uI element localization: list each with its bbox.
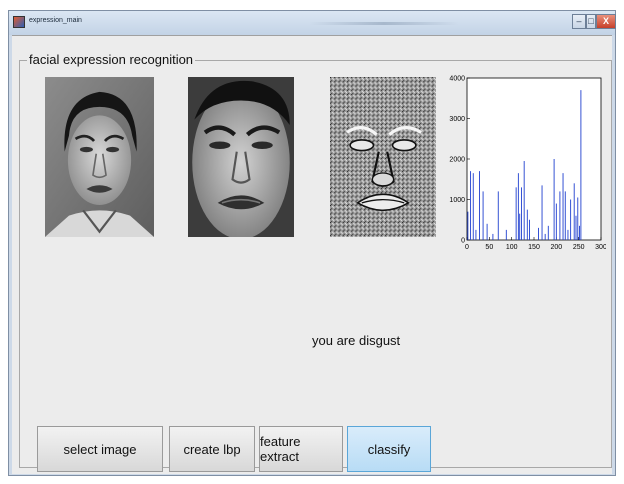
- lbp-histogram-chart: 010002000300040000 50 100 150 200 250 300: [449, 76, 606, 252]
- y-tick-label: 3000: [449, 116, 465, 123]
- panel-title: facial expression recognition: [27, 52, 196, 67]
- matlab-icon: [13, 16, 25, 28]
- title-bar-decoration: [309, 22, 459, 25]
- y-tick-label: 1000: [449, 197, 465, 204]
- window-title: expression_main: [29, 17, 82, 24]
- x-tick-label: 100: [506, 244, 518, 251]
- result-text: you are disgust: [312, 333, 401, 348]
- x-tick-label: 250: [573, 244, 585, 251]
- cropped-face-image: [188, 77, 294, 237]
- face-photo-icon: [45, 77, 154, 237]
- lbp-image: [330, 77, 436, 237]
- original-face-image: [45, 77, 154, 237]
- create-lbp-button[interactable]: create lbp: [169, 426, 255, 472]
- minimize-button[interactable]: –: [572, 14, 586, 29]
- lbp-texture-icon: [330, 77, 436, 237]
- y-tick-label: 4000: [449, 76, 465, 83]
- y-tick-label: 2000: [449, 157, 465, 164]
- x-tick-label: 200: [550, 244, 562, 251]
- close-button[interactable]: X: [596, 14, 616, 29]
- x-tick-label: 0: [465, 244, 469, 251]
- client-area: facial expression recognition 0 1000 200…: [12, 35, 612, 474]
- face-photo-icon: [188, 77, 294, 237]
- classify-button[interactable]: classify: [347, 426, 431, 472]
- x-tick-label: 50: [485, 244, 493, 251]
- maximize-button[interactable]: □: [586, 14, 596, 29]
- app-window: expression_main – □ X facial expression …: [8, 10, 616, 476]
- feature-extract-button[interactable]: feature extract: [259, 426, 343, 472]
- x-tick-label: 300: [595, 244, 606, 251]
- select-image-button[interactable]: select image: [37, 426, 163, 472]
- x-tick-label: 150: [528, 244, 540, 251]
- title-bar[interactable]: expression_main – □ X: [9, 11, 616, 35]
